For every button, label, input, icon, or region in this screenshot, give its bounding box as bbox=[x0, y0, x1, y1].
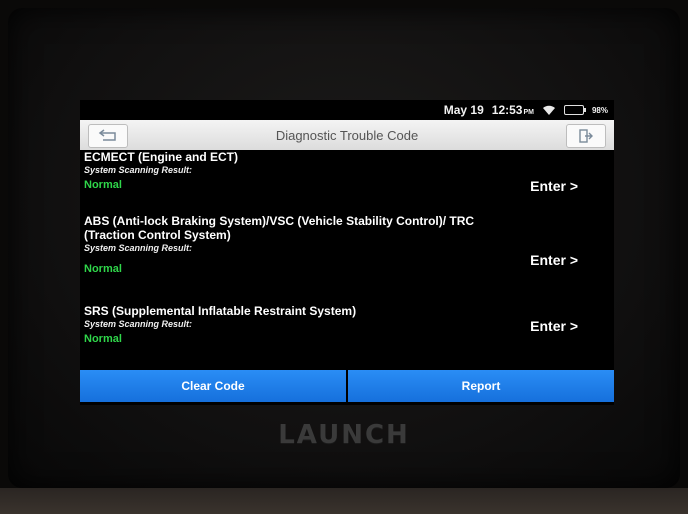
device-screen: May 19 12:53PM 98% Diagnostic Trouble Co… bbox=[80, 100, 614, 405]
page-title: Diagnostic Trouble Code bbox=[275, 127, 419, 143]
status-ampm: PM bbox=[523, 109, 534, 116]
enter-button[interactable]: Enter > bbox=[530, 252, 578, 268]
report-button[interactable]: Report bbox=[348, 370, 614, 402]
system-item-ecm[interactable]: ECMECT (Engine and ECT) System Scanning … bbox=[80, 150, 614, 214]
status-date: May 19 bbox=[443, 103, 484, 117]
exit-icon bbox=[579, 129, 593, 143]
system-name: ECMECT (Engine and ECT) bbox=[84, 150, 238, 164]
clear-code-button[interactable]: Clear Code bbox=[80, 370, 346, 402]
system-name: ABS (Anti-lock Braking System)/VSC (Vehi… bbox=[84, 214, 475, 242]
system-name: SRS (Supplemental Inflatable Restraint S… bbox=[84, 304, 357, 318]
action-bar: Clear Code Report bbox=[80, 370, 614, 402]
system-item-abs[interactable]: ABS (Anti-lock Braking System)/VSC (Vehi… bbox=[80, 214, 614, 304]
scan-result-label: System Scanning Result: bbox=[84, 165, 193, 175]
enter-button[interactable]: Enter > bbox=[530, 318, 578, 334]
enter-button[interactable]: Enter > bbox=[530, 178, 578, 194]
battery-percent: 98% bbox=[591, 105, 608, 115]
status-time: 12:53PM bbox=[491, 103, 534, 117]
wifi-icon bbox=[542, 104, 556, 116]
system-list: ECMECT (Engine and ECT) System Scanning … bbox=[80, 150, 614, 364]
device-brand-logo: LAUNCH bbox=[278, 420, 410, 450]
exit-button[interactable] bbox=[566, 124, 606, 148]
system-item-srs[interactable]: SRS (Supplemental Inflatable Restraint S… bbox=[80, 304, 614, 364]
back-button[interactable] bbox=[88, 124, 128, 148]
back-arrow-icon bbox=[98, 129, 116, 141]
background-surface bbox=[0, 488, 688, 514]
title-bar: Diagnostic Trouble Code bbox=[80, 120, 614, 150]
status-bar: May 19 12:53PM 98% bbox=[80, 100, 614, 120]
battery-icon bbox=[563, 105, 586, 115]
